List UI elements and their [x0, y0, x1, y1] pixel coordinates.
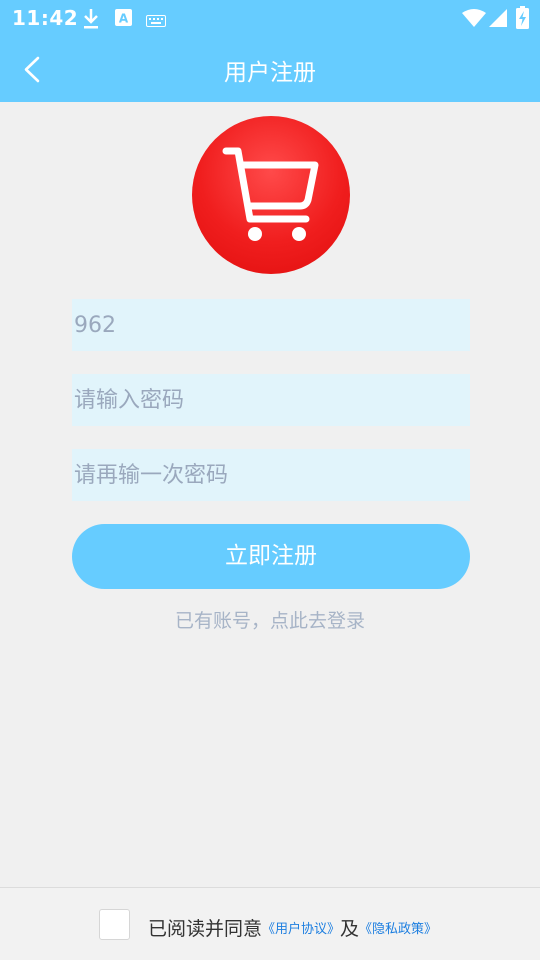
shopping-cart-icon	[222, 147, 319, 241]
wifi-icon	[462, 9, 486, 31]
agreement-footer: 已阅读并同意《用户协议》及《隐私政策》	[0, 887, 540, 960]
password-input[interactable]	[72, 374, 470, 426]
status-time: 11:42	[12, 6, 79, 30]
and-label: 及	[340, 918, 360, 940]
svg-text:A: A	[119, 12, 129, 26]
download-icon	[82, 8, 100, 34]
page-title: 用户注册	[224, 60, 316, 86]
battery-charging-icon	[516, 6, 529, 33]
privacy-policy-link[interactable]: 《隐私政策》	[359, 922, 437, 937]
agree-checkbox[interactable]	[99, 909, 130, 940]
agree-label: 已阅读并同意	[148, 918, 263, 940]
username-input[interactable]	[72, 299, 470, 351]
keyboard-icon	[146, 12, 166, 31]
a-notification-icon: A	[115, 9, 132, 30]
status-bar: 11:42 A	[0, 0, 540, 36]
confirm-password-input[interactable]	[72, 449, 470, 501]
user-agreement-link[interactable]: 《用户协议》	[262, 922, 340, 937]
app-logo	[192, 116, 350, 274]
go-login-link[interactable]: 已有账号，点此去登录	[0, 606, 540, 633]
signal-icon	[489, 9, 507, 31]
agreement-text-row: 已阅读并同意《用户协议》及《隐私政策》	[148, 914, 437, 941]
app-toolbar: 用户注册	[0, 36, 540, 102]
register-button[interactable]: 立即注册	[72, 524, 470, 589]
